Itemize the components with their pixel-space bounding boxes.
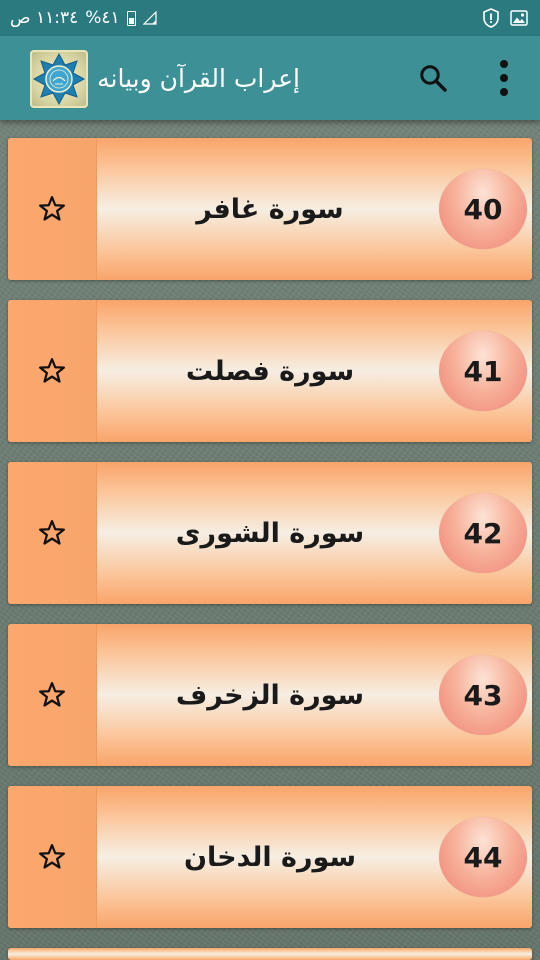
favorite-button[interactable] bbox=[8, 138, 97, 280]
surah-number-badge: 41 bbox=[439, 331, 527, 411]
favorite-button[interactable] bbox=[8, 786, 97, 928]
signal-icon bbox=[142, 11, 157, 25]
app-logo-icon[interactable] bbox=[30, 50, 88, 108]
list-item[interactable]: سورة فصلت 41 bbox=[8, 300, 532, 442]
surah-number-badge: 43 bbox=[439, 655, 527, 735]
surah-name: سورة الشورى bbox=[175, 517, 365, 549]
status-bar: ١١:٣٤ ص %٤١ bbox=[0, 0, 540, 36]
list-item[interactable]: سورة الشورى 42 bbox=[8, 462, 532, 604]
battery-percent: %٤١ bbox=[85, 8, 120, 28]
battery-icon bbox=[126, 10, 136, 26]
search-icon bbox=[420, 65, 447, 92]
star-outline-icon bbox=[39, 196, 65, 221]
list-item[interactable]: سورة غافر 40 bbox=[8, 138, 532, 280]
toolbar: إعراب القرآن وبيانه bbox=[0, 36, 540, 120]
list-item[interactable]: سورة الزخرف 43 bbox=[8, 624, 532, 766]
surah-number-badge: 40 bbox=[439, 169, 527, 249]
shield-alert-icon bbox=[483, 8, 499, 28]
list-item[interactable]: سورة الدخان 44 bbox=[8, 786, 532, 928]
surah-name: سورة الدخان bbox=[184, 841, 356, 873]
surah-number-badge: 42 bbox=[439, 493, 527, 573]
surah-name: سورة الزخرف bbox=[175, 679, 365, 711]
status-time: ١١:٣٤ ص bbox=[10, 8, 79, 28]
more-options-button[interactable] bbox=[486, 56, 522, 100]
star-outline-icon bbox=[39, 682, 65, 707]
status-bar-right bbox=[482, 0, 528, 36]
status-bar-left: ١١:٣٤ ص %٤١ bbox=[10, 0, 157, 36]
list-item-partial[interactable] bbox=[8, 948, 532, 960]
star-outline-icon bbox=[39, 358, 65, 383]
favorite-button[interactable] bbox=[8, 624, 97, 766]
star-outline-icon bbox=[39, 520, 65, 545]
favorite-button[interactable] bbox=[8, 300, 97, 442]
surah-name: سورة فصلت bbox=[185, 355, 355, 387]
favorite-button[interactable] bbox=[8, 462, 97, 604]
app-title: إعراب القرآن وبيانه bbox=[97, 63, 300, 93]
surah-number-badge: 44 bbox=[439, 817, 527, 897]
image-icon bbox=[510, 10, 528, 26]
search-button[interactable] bbox=[413, 58, 453, 98]
star-outline-icon bbox=[39, 844, 65, 869]
more-vert-icon bbox=[500, 60, 508, 96]
surah-name: سورة غافر bbox=[196, 193, 344, 225]
